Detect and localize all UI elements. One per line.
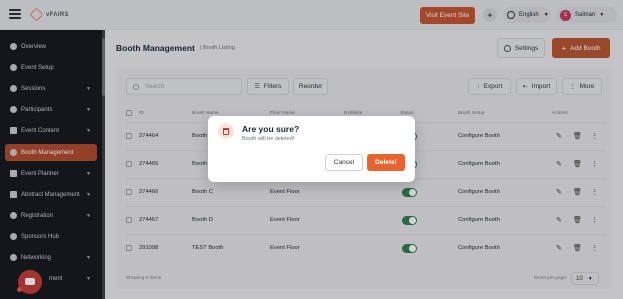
cancel-button[interactable]: Cancel: [325, 154, 363, 171]
warning-badge: [218, 123, 234, 139]
dialog-title: Are you sure?: [242, 124, 300, 134]
dialog-message: Booth will be deleted!: [242, 136, 295, 142]
trash-icon: [223, 127, 229, 135]
delete-button[interactable]: Delete!: [367, 154, 405, 171]
confirm-delete-dialog: Are you sure? Booth will be deleted! Can…: [208, 116, 415, 182]
